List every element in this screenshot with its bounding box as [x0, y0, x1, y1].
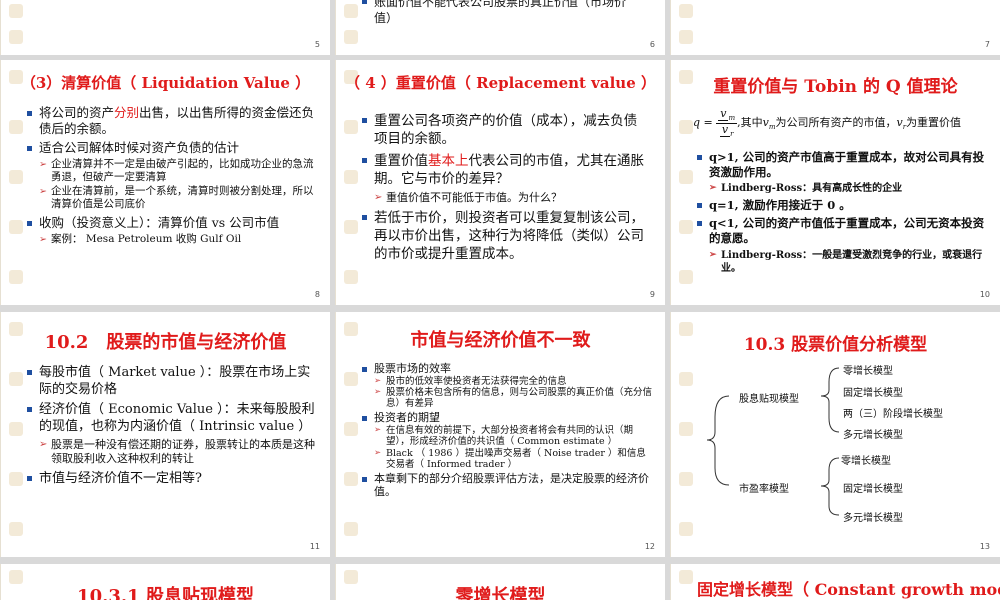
pe-ratio-model-label: 市盈率模型 — [739, 484, 789, 495]
sub-bullet: 股票价格未包含所有的信息，则与公司股票的真正价值（充分信息）有差异 — [374, 387, 652, 409]
slide-title: （ 4 ）重置价值（ Replacement value ） — [345, 74, 656, 92]
slide-9[interactable]: （ 4 ）重置价值（ Replacement value ） 重置公司各项资产的… — [335, 60, 665, 305]
bullet: 若低于市价，则投资者可以重复复制该公司，再以市价出售，这种行为将降低（类似）公司… — [360, 209, 650, 263]
slide-8[interactable]: （3）清算价值（ Liquidation Value ） 将公司的资产分别出售，… — [0, 60, 330, 305]
bullet: q<1, 公司的资产市值低于重置成本，公司无资本投资的意愿。 Lindberg-… — [695, 216, 987, 275]
slide-number: 7 — [984, 40, 990, 49]
slide-number: 8 — [314, 290, 320, 299]
slide-number: 5 — [314, 40, 320, 49]
slide-number: 12 — [644, 542, 655, 551]
slide-title: 10.2 股票的市值与经济价值 — [44, 332, 287, 353]
bullet: 收购（投资意义上）：清算价值 vs 公司市值 案例： Mesa Petroleu… — [25, 215, 317, 246]
slide-title: 固定增长模型（ Constant growth mode — [697, 580, 1000, 599]
slide-number: 10 — [979, 290, 990, 299]
tobin-q-formula: q = vm vr ,其中vm为公司所有资产的市值，vr为重置价值 — [693, 107, 962, 138]
slide-title: 重置价值与 Tobin 的 Q 值理论 — [713, 77, 958, 97]
bullet: 重置公司各项资产的价值（成本），减去负债项目的余额。 — [360, 112, 650, 148]
slide-number: 13 — [979, 542, 990, 551]
bullet: 每股市值（ Market value ）：股票在市场上实际的交易价格 — [25, 364, 317, 398]
bullet: 市值与经济价值不一定相等? — [25, 470, 317, 487]
q-fraction: vm vr — [716, 107, 738, 138]
bullet: 将公司的资产分别出售，以出售所得的资金偿还负债后的余额。 — [25, 105, 317, 137]
bullet: 经济价值（ Economic Value ）：未来每股股利的现值，也称为内涵价值… — [25, 401, 317, 466]
bullet: 投资者的期望 在信息有效的前提下，大部分投资者将会有共同的认识（期望），形成经济… — [360, 411, 652, 470]
slide-16[interactable]: 固定增长模型（ Constant growth mode — [670, 564, 1000, 600]
sub-bullet: Lindberg-Ross：具有高成长性的企业 — [709, 182, 987, 195]
tree-leaf: 两（三）阶段增长模型 — [843, 409, 943, 420]
slide-15[interactable]: 零增长模型 — [335, 564, 665, 600]
sub-bullet: 案例： Mesa Petroleum 收购 Gulf Oil — [39, 233, 317, 246]
model-tree-brackets — [706, 367, 840, 516]
slide-title: （3）清算价值（ Liquidation Value ） — [20, 74, 311, 92]
tree-leaf: 零增长模型 — [843, 366, 893, 377]
slide-5[interactable]: 5 — [0, 0, 330, 55]
sub-bullet: Lindberg-Ross：一般是遭受激烈竞争的行业，或衰退行业。 — [709, 249, 987, 275]
bullet: 适合公司解体时候对资产负债的估计 企业清算并不一定是由破产引起的，比如成功企业的… — [25, 140, 317, 211]
sub-bullet: Black （ 1986 ）提出噪声交易者（ Noise trader ）和信息… — [374, 448, 652, 470]
slide-11[interactable]: 10.2 股票的市值与经济价值 每股市值（ Market value ）：股票在… — [0, 312, 330, 557]
slide-title: 零增长模型 — [455, 586, 546, 600]
bullet: 本章剩下的部分介绍股票评估方法，是决定股票的经济价值。 — [360, 472, 652, 498]
slide-number: 9 — [649, 290, 655, 299]
bullet: 重置价值基本上代表公司的市值，尤其在通胀期。它与市价的差异？ 重值价值不可能低于… — [360, 152, 650, 205]
slide-14[interactable]: 10.3.1 股息贴现模型 — [0, 564, 330, 600]
sub-bullet: 在信息有效的前提下，大部分投资者将会有共同的认识（期望），形成经济价值的共识值（… — [374, 425, 652, 447]
slide-7[interactable]: 7 — [670, 0, 1000, 55]
tree-leaf: 零增长模型 — [841, 456, 891, 467]
tree-leaf: 固定增长模型 — [843, 388, 903, 399]
slide-10[interactable]: 重置价值与 Tobin 的 Q 值理论 q = vm vr ,其中vm为公司所有… — [670, 60, 1000, 305]
sub-bullet: 股票是一种没有偿还期的证券，股票转让的本质是这种领取股利收入这种权利的转让 — [39, 438, 317, 466]
slide-13[interactable]: 10.3 股票价值分析模型 股息贴现模型 零增长模型 固定增长模型 两（三）阶段… — [670, 312, 1000, 557]
slide-6[interactable]: 账面价值不能代表公司股票的真正价值（市场价 值） 6 — [335, 0, 665, 55]
dividend-discount-model-label: 股息贴现模型 — [739, 394, 799, 405]
slide-title: 市值与经济价值不一致 — [410, 330, 591, 351]
tree-leaf: 多元增长模型 — [843, 513, 903, 524]
slide-12[interactable]: 市值与经济价值不一致 股票市场的效率 股市的低效率使投资者无法获得完全的信息 股… — [335, 312, 665, 557]
tree-leaf: 多元增长模型 — [843, 430, 903, 441]
bullet-book-value: 账面价值不能代表公司股票的真正价值（市场价 值） — [360, 0, 650, 26]
sub-bullet: 股市的低效率使投资者无法获得完全的信息 — [374, 376, 652, 387]
bullet: q=1, 激励作用接近于 0 。 — [695, 198, 987, 213]
tree-leaf: 固定增长模型 — [843, 484, 903, 495]
slide-number: 6 — [649, 40, 655, 49]
sub-bullet: 重值价值不可能低于市值。为什么？ — [374, 191, 650, 205]
slide-number: 11 — [309, 542, 320, 551]
slide-title: 10.3.1 股息贴现模型 — [77, 586, 254, 600]
bullet: 股票市场的效率 股市的低效率使投资者无法获得完全的信息 股票价格未包含所有的信息… — [360, 362, 652, 409]
sub-bullet: 企业清算并不一定是由破产引起的，比如成功企业的急流勇退，但破产一定要清算 — [39, 158, 317, 184]
sub-bullet: 企业在清算前，是一个系统，清算时则被分割处理，所以清算价值是公司底价 — [39, 185, 317, 211]
bullet: q>1, 公司的资产市值高于重置成本，故对公司具有投资激励作用。 Lindber… — [695, 150, 987, 195]
